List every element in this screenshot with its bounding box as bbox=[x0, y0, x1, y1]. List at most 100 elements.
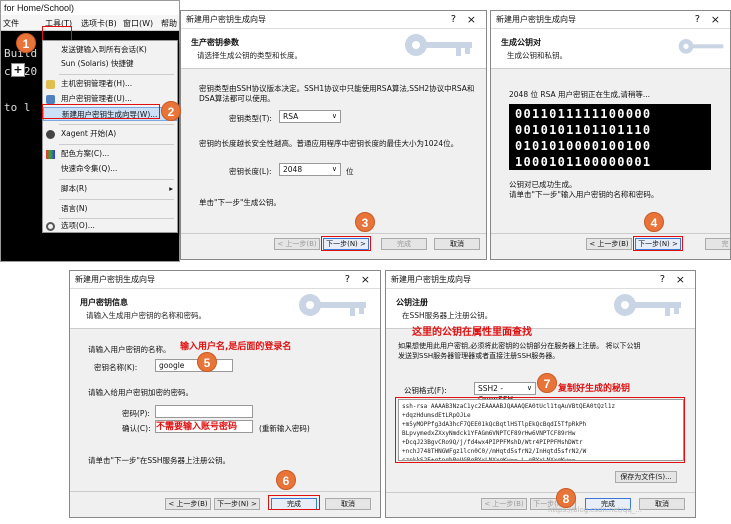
menu-item-host-keys[interactable]: 主机密钥管理者(H)... bbox=[43, 77, 177, 91]
bit-row: 0010101101101110 bbox=[515, 123, 652, 137]
menu-window[interactable]: 窗口(W) bbox=[123, 18, 153, 29]
bit-row: 1000101100000001 bbox=[515, 155, 652, 169]
menu-item-language[interactable]: 语言(N) bbox=[43, 202, 177, 216]
divider bbox=[181, 233, 486, 234]
menu-separator bbox=[59, 199, 174, 200]
close-icon[interactable]: × bbox=[467, 11, 476, 29]
annotation-copy-key: 复制好生成的秘钥 bbox=[558, 384, 631, 394]
wizard-dialog-step1: 新建用户密钥生成向导? × 生产密钥参数 请选择生成公钥的类型和长度。 密钥类型由… bbox=[180, 10, 487, 260]
help-icon[interactable]: ? bbox=[695, 11, 700, 29]
keys-icon bbox=[614, 294, 681, 316]
key-name-value: google bbox=[159, 361, 185, 370]
gear-icon bbox=[46, 222, 55, 231]
header-title: 生产密钥参数 bbox=[191, 38, 239, 47]
footer-text: 请单击"下一步"在SSH服务器上注册公钥。 bbox=[88, 456, 231, 465]
annotation-username: 输入用户名,是后面的登录名 bbox=[180, 342, 292, 352]
wizard-dialog-step3: 新建用户密钥生成向导? × 用户密钥信息 请输入生成用户密钥的名称和密码。 请输入… bbox=[69, 270, 381, 518]
password-label: 密码(P): bbox=[122, 409, 150, 418]
header-subtitle: 在SSH服务器上注册公钥。 bbox=[402, 311, 493, 320]
instruction-text: 请输入用户密钥的名称。 bbox=[88, 345, 171, 354]
menubar: 文件 工具(T) 选项卡(B) 窗口(W) 帮助 bbox=[1, 15, 179, 31]
header-title: 公钥注册 bbox=[396, 298, 428, 307]
key-length-label: 密钥长度(L): bbox=[229, 167, 272, 176]
cancel-button[interactable]: 取消 bbox=[325, 498, 371, 510]
cancel-button[interactable]: 取消 bbox=[639, 498, 685, 510]
description: 密钥的长度越长安全性越高。普通应用程序中密钥长度的最佳大小为1024位。 bbox=[199, 139, 459, 148]
menu-item-label: 主机密钥管理者(H)... bbox=[61, 79, 133, 88]
key-type-select[interactable]: RSA bbox=[279, 110, 341, 123]
random-bits-display: 0011011111100000 0010101101101110 010101… bbox=[509, 104, 711, 170]
annotation-no-password: 不需要输入账号密码 bbox=[156, 422, 238, 432]
confirm-hint: (重新输入密码) bbox=[259, 424, 310, 433]
highlight-tools-menu bbox=[42, 26, 72, 41]
step-marker: 8 bbox=[556, 488, 576, 508]
help-icon[interactable]: ? bbox=[345, 271, 350, 289]
dialog-title: 新建用户密钥生成向导 bbox=[186, 15, 266, 24]
highlight-next bbox=[633, 236, 683, 251]
key-length-select[interactable]: 2048 bbox=[279, 163, 341, 176]
menu-help[interactable]: 帮助 bbox=[161, 18, 177, 29]
instruction-text: 如果想使用此用户密钥,必须将此密钥的公钥部分在服务器上注册。 将以下公钥 bbox=[398, 342, 641, 350]
bit-row: 0101010000100100 bbox=[515, 139, 652, 153]
wizard-dialog-step4: 新建用户密钥生成向导? × 公钥注册 在SSH服务器上注册公钥。 这里的公钥在属性… bbox=[385, 270, 696, 518]
finish-button[interactable]: 完 bbox=[705, 238, 730, 250]
close-icon[interactable]: × bbox=[711, 11, 720, 29]
header-title: 用户密钥信息 bbox=[80, 298, 128, 307]
annotation-public-key: 这里的公钥在属性里面查找 bbox=[412, 327, 532, 338]
highlight-next bbox=[321, 236, 371, 251]
menu-item-label: Xagent 开始(A) bbox=[61, 129, 117, 138]
dialog-titlebar: 新建用户密钥生成向导? × bbox=[181, 11, 486, 29]
step-marker: 5 bbox=[197, 352, 217, 372]
menu-tabs[interactable]: 选项卡(B) bbox=[81, 18, 117, 29]
format-select[interactable]: SSH2 - OpenSSH bbox=[474, 382, 536, 404]
dialog-titlebar: 新建用户密钥生成向导? × bbox=[70, 271, 380, 289]
close-icon[interactable]: × bbox=[676, 271, 685, 289]
help-icon[interactable]: ? bbox=[451, 11, 456, 29]
menu-item-color-scheme[interactable]: 配色方案(C)... bbox=[43, 147, 177, 161]
menu-separator bbox=[59, 144, 174, 145]
key-icon bbox=[46, 80, 55, 89]
cancel-button[interactable]: 取消 bbox=[434, 238, 480, 250]
highlight-key-area bbox=[395, 397, 685, 463]
back-button[interactable]: < 上一步(B) bbox=[274, 238, 320, 250]
password-input[interactable] bbox=[155, 405, 253, 418]
help-icon[interactable]: ? bbox=[660, 271, 665, 289]
menu-item-sun-keys[interactable]: Sun (Solaris) 快捷键 bbox=[43, 57, 177, 71]
menu-item-options[interactable]: 选项(O)... bbox=[43, 219, 177, 233]
menu-item-xagent[interactable]: Xagent 开始(A) bbox=[43, 127, 177, 141]
key-name-input[interactable]: google bbox=[155, 359, 233, 372]
key-name-label: 密钥名称(K): bbox=[94, 363, 138, 372]
close-icon[interactable]: × bbox=[361, 271, 370, 289]
footer-text: 单击"下一步"生成公钥。 bbox=[199, 198, 281, 207]
xagent-icon bbox=[46, 130, 55, 139]
header-subtitle: 请选择生成公钥的类型和长度。 bbox=[197, 51, 302, 60]
menu-item-quick-commands[interactable]: 快速命令集(Q)... bbox=[43, 162, 177, 176]
dialog-header: 生产密钥参数 请选择生成公钥的类型和长度。 bbox=[181, 29, 486, 69]
next-button[interactable]: 下一步(N) > bbox=[214, 498, 260, 510]
save-to-file-button[interactable]: 保存为文件(S)... bbox=[615, 471, 677, 483]
instruction-text: 发送到SSH服务器管理器或者直接注册SSH服务器。 bbox=[398, 352, 560, 360]
confirm-label: 确认(C): bbox=[122, 424, 151, 433]
tools-dropdown: 发送键输入到所有会话(K) Sun (Solaris) 快捷键 主机密钥管理者(… bbox=[42, 40, 178, 233]
step-marker: 1 bbox=[16, 33, 36, 53]
key-icon bbox=[46, 95, 55, 104]
back-button[interactable]: < 上一步(B) bbox=[586, 238, 632, 250]
menu-file[interactable]: 文件 bbox=[3, 18, 19, 29]
dialog-titlebar: 新建用户密钥生成向导? × bbox=[386, 271, 695, 289]
divider bbox=[70, 491, 380, 492]
finish-button[interactable]: 完成 bbox=[381, 238, 427, 250]
new-tab-button[interactable]: + bbox=[11, 63, 25, 77]
dialog-titlebar: 新建用户密钥生成向导? × bbox=[491, 11, 730, 29]
back-button[interactable]: < 上一步(B) bbox=[481, 498, 527, 510]
menu-separator bbox=[59, 74, 174, 75]
back-button[interactable]: < 上一步(B) bbox=[165, 498, 211, 510]
dialog-title: 新建用户密钥生成向导 bbox=[391, 275, 471, 284]
keys-icon bbox=[299, 294, 366, 316]
dialog-header: 用户密钥信息 请输入生成用户密钥的名称和密码。 bbox=[70, 289, 380, 329]
instruction-text: 请输入给用户密钥加密的密码。 bbox=[88, 388, 193, 397]
menu-separator bbox=[59, 124, 174, 125]
menu-item-script[interactable]: 脚本(R) ▸ bbox=[43, 182, 177, 196]
description: DSA算法都可以使用。 bbox=[199, 94, 275, 103]
highlight-wizard-item bbox=[42, 104, 160, 119]
menu-item-send-keys[interactable]: 发送键输入到所有会话(K) bbox=[43, 43, 177, 57]
